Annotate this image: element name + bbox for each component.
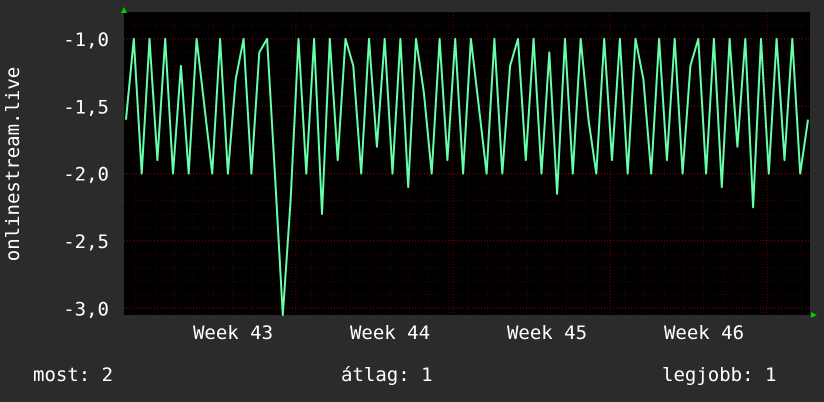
y-tick-label: -1,5: [63, 96, 109, 118]
y-tick-label: -1,0: [63, 29, 109, 51]
stat-value: 2: [101, 364, 114, 386]
x-tick-label: Week 43: [193, 322, 273, 344]
x-tick-label: Week 44: [350, 322, 430, 344]
stat-value: 1: [421, 364, 433, 386]
x-tick-label: Week 45: [507, 322, 587, 344]
y-tick-label: -3,0: [63, 298, 109, 320]
legend-stat-current: most: 2: [33, 363, 113, 387]
stat-label: átlag:: [341, 364, 410, 386]
y-axis-label: onlinestream.live: [2, 66, 24, 262]
x-tick-label: Week 46: [664, 322, 744, 344]
stat-label: most:: [33, 364, 91, 386]
y-tick-label: -2,5: [63, 231, 109, 253]
legend-stat-best: legjobb: 1: [662, 363, 776, 387]
legend-stat-average: átlag: 1: [341, 363, 433, 387]
stat-label: legjobb:: [662, 364, 754, 386]
y-axis-arrow: [121, 7, 127, 13]
stat-value: 1: [764, 364, 777, 386]
chart: -1,0 -1,5 -2,0 -2,5 -3,0 Week 43 Week 44 Week 4…: [63, 7, 817, 344]
x-axis-arrow: [811, 312, 817, 318]
y-tick-label: -2,0: [63, 164, 109, 186]
